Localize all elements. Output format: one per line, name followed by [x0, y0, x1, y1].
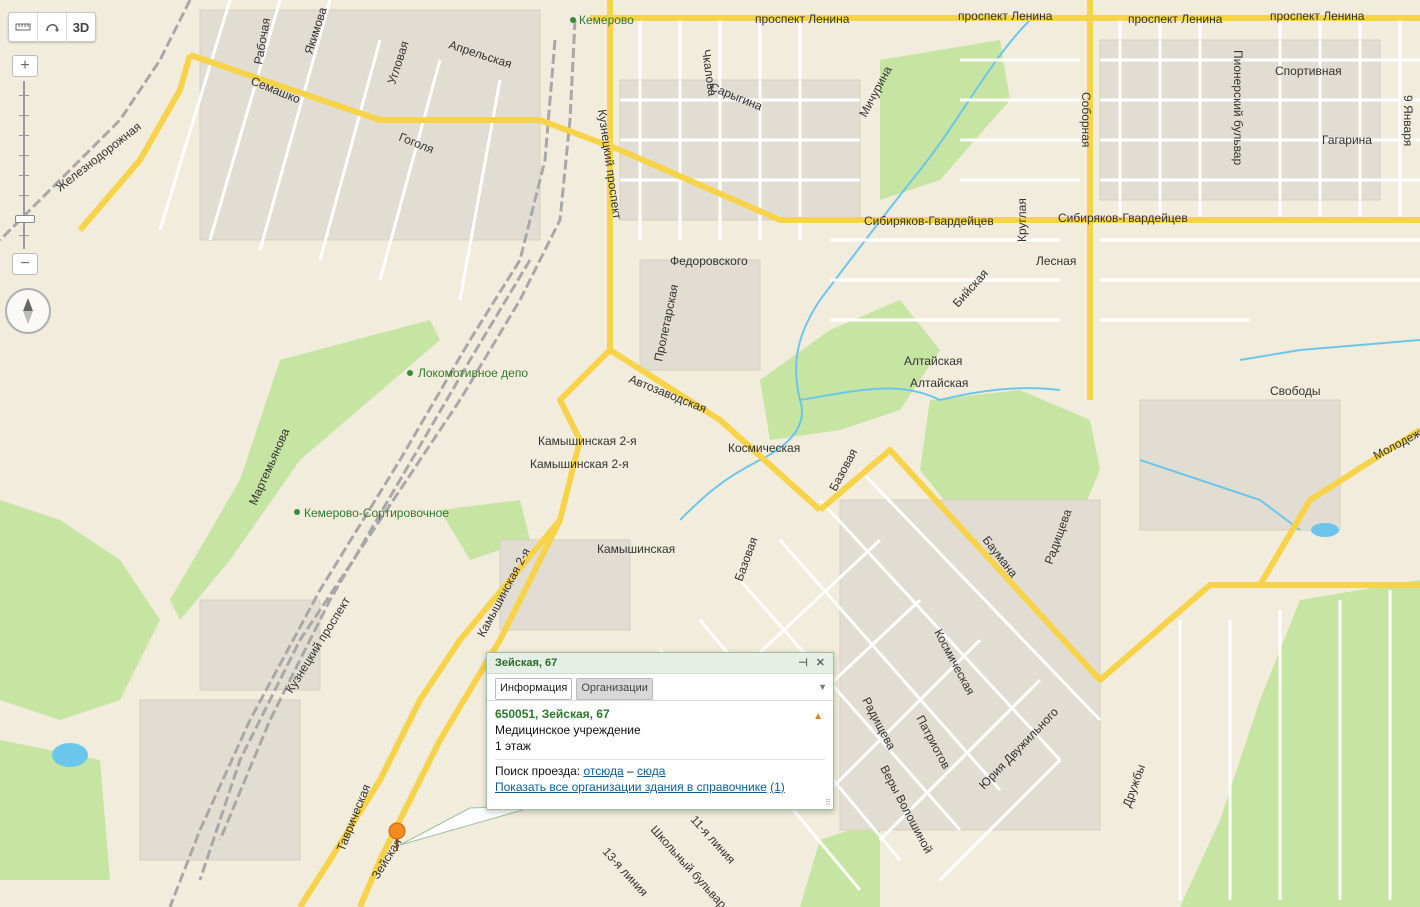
street-label: Пионерский бульвар	[1231, 50, 1245, 165]
street-label: Круглая	[1015, 198, 1029, 242]
street-label: Космическая	[728, 441, 800, 455]
balloon-header: Зейская, 67	[495, 657, 558, 669]
map-toolbar: 3D	[8, 12, 96, 42]
route-label: Поиск проезда:	[495, 764, 581, 778]
lake	[1311, 523, 1339, 537]
ruler-icon[interactable]	[9, 13, 38, 41]
organizations-count[interactable]: (1)	[770, 780, 785, 794]
route-icon[interactable]	[38, 13, 67, 41]
street-label: 9 Января	[1401, 95, 1415, 146]
zoom-slider-thumb[interactable]	[15, 215, 35, 223]
street-label: проспект Ленина	[958, 9, 1053, 23]
zoom-slider-track[interactable]	[23, 81, 25, 249]
street-label: Гагарина	[1322, 133, 1372, 147]
street-label: Лесная	[1036, 254, 1076, 268]
all-organizations-link[interactable]: Показать все организации здания в справо…	[495, 780, 767, 794]
street-label: Спортивная	[1275, 64, 1342, 78]
street-label: проспект Ленина	[1270, 9, 1365, 23]
warning-icon[interactable]: ▲	[813, 711, 823, 722]
street-label: Соборная	[1079, 92, 1093, 147]
route-from-link[interactable]: отсюда	[583, 764, 623, 778]
poi-label: Кемерово	[579, 13, 634, 27]
street-label: Камышинская 2-я	[530, 457, 629, 471]
street-label: Алтайская	[910, 376, 968, 390]
zoom-out-button[interactable]: −	[12, 253, 38, 275]
poi-label: Кемерово-Сортировочное	[304, 506, 449, 520]
zoom-control: + −	[12, 55, 38, 275]
poi-label: Локомотивное депо	[418, 366, 528, 380]
street-label: Сибиряков-Гвардейцев	[1058, 211, 1188, 225]
building-floors: 1 этаж	[495, 739, 531, 753]
mode-3d-button[interactable]: 3D	[67, 13, 95, 41]
street-label: Федоровского	[670, 254, 748, 268]
route-to-link[interactable]: сюда	[637, 764, 665, 778]
tab-info[interactable]: Информация	[495, 678, 573, 700]
resize-handle-icon[interactable]: ⠿	[825, 798, 831, 807]
street-label: проспект Ленина	[1128, 12, 1223, 26]
address-title: 650051, Зейская, 67	[495, 707, 610, 721]
compass-icon[interactable]	[5, 288, 51, 334]
street-label: проспект Ленина	[755, 12, 850, 26]
pin-icon[interactable]: ⊣	[798, 656, 808, 669]
building-category: Медицинское учреждение	[495, 723, 641, 737]
street-label: Алтайская	[904, 354, 962, 368]
street-label: Камышинская 2-я	[538, 434, 637, 448]
street-label: Сибиряков-Гвардейцев	[864, 214, 994, 228]
location-pin-icon[interactable]	[388, 822, 406, 857]
close-icon[interactable]: ✕	[816, 656, 825, 669]
tab-organizations[interactable]: Организации	[576, 678, 653, 700]
chevron-down-icon[interactable]: ▼	[818, 682, 827, 692]
route-dash: –	[626, 764, 634, 778]
street-label: Свободы	[1270, 384, 1321, 398]
zoom-in-button[interactable]: +	[12, 55, 38, 77]
lake	[52, 743, 88, 767]
street-label: Камышинская	[597, 542, 675, 556]
info-balloon: Зейская, 67 ⊣ ✕ Информация Организации ▼…	[486, 652, 834, 810]
